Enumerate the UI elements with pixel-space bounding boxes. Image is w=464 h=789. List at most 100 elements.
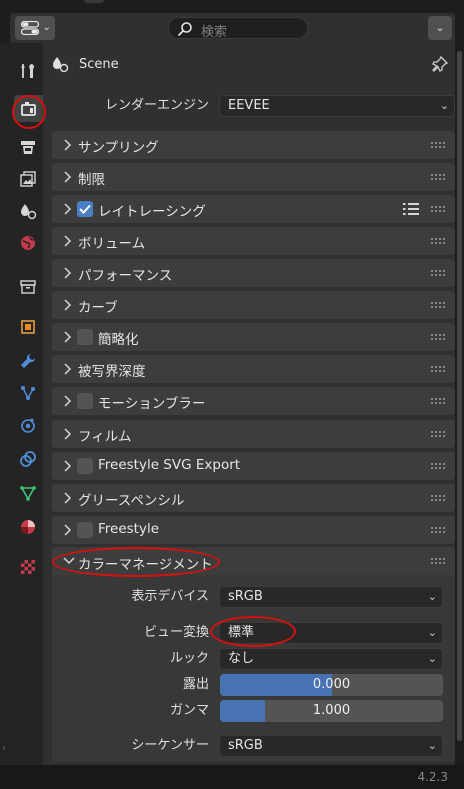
drag-handle-icon[interactable]: [431, 270, 445, 276]
data-tab-icon: [19, 485, 36, 501]
panel-simplify[interactable]: 簡略化: [52, 323, 455, 351]
drag-handle-icon[interactable]: [431, 495, 445, 501]
panel-depth-of-field[interactable]: 被写界深度: [52, 355, 455, 383]
drag-handle-icon[interactable]: [431, 334, 445, 340]
sequencer-dropdown[interactable]: sRGB ⌄: [219, 735, 443, 757]
scene-icon: [53, 57, 69, 73]
search-input[interactable]: 検索: [168, 17, 308, 40]
drag-handle-icon[interactable]: [431, 527, 445, 533]
render-tab-icon: [20, 101, 36, 116]
chevron-down-icon: ⌄: [439, 99, 449, 112]
chevron-right-icon: [64, 267, 72, 279]
chevron-right-icon: [64, 363, 72, 375]
freestyle-svg-checkbox[interactable]: [77, 458, 93, 474]
panel-film[interactable]: フィルム: [52, 420, 455, 448]
tab-data[interactable]: [14, 479, 41, 506]
properties-tab-bar: [10, 43, 43, 765]
drag-handle-icon[interactable]: [431, 206, 445, 212]
scene-tab-icon: [20, 203, 36, 219]
display-device-dropdown[interactable]: sRGB ⌄: [219, 586, 443, 608]
render-properties: Scene レンダーエンジン EEVEE ⌄ サンプリング 制限 レイトレーシン…: [43, 43, 455, 765]
options-dropdown[interactable]: ⌄: [428, 16, 452, 40]
chevron-right-icon: [64, 171, 72, 183]
chevron-right-icon: [64, 428, 72, 440]
motion-blur-checkbox[interactable]: [77, 393, 93, 409]
tab-output[interactable]: [14, 133, 41, 160]
drag-handle-icon[interactable]: [431, 398, 445, 404]
tab-tool[interactable]: [14, 57, 41, 84]
scrollbar[interactable]: [455, 43, 464, 765]
panel-motion-blur[interactable]: モーションブラー: [52, 387, 455, 415]
texture-tab-icon: [20, 559, 35, 574]
material-tab-icon: [20, 519, 35, 534]
drag-handle-icon[interactable]: [431, 302, 445, 308]
chevron-down-icon: ⌄: [427, 652, 437, 665]
drag-handle-icon[interactable]: [431, 238, 445, 244]
panel-sampling[interactable]: サンプリング: [52, 131, 455, 159]
panel-title: サンプリング: [78, 140, 159, 156]
tab-collection[interactable]: [14, 273, 41, 300]
context-path: Scene: [51, 53, 119, 75]
tab-scene[interactable]: [14, 197, 41, 224]
freestyle-checkbox[interactable]: [77, 522, 93, 538]
display-device-label: 表示デバイス: [131, 589, 209, 604]
render-engine-row: レンダーエンジン EEVEE ⌄: [43, 93, 455, 119]
panel-freestyle-svg-export[interactable]: Freestyle SVG Export: [52, 452, 455, 480]
view-transform-label: ビュー変換: [143, 625, 209, 640]
wrench-icon: [20, 353, 35, 368]
panel-freestyle[interactable]: Freestyle: [52, 516, 455, 544]
drag-handle-icon[interactable]: [431, 558, 445, 564]
tab-world[interactable]: [14, 229, 41, 256]
tab-modifier[interactable]: [14, 347, 41, 374]
panel-curves[interactable]: カーブ: [52, 291, 455, 319]
tab-physics[interactable]: [14, 411, 41, 438]
tab-particles[interactable]: [14, 379, 41, 406]
chevron-right-icon: [64, 331, 72, 343]
tab-object[interactable]: [14, 313, 41, 340]
tab-constraints[interactable]: [14, 445, 41, 472]
panel-grease-pencil[interactable]: グリースペンシル: [52, 484, 455, 512]
raytracing-checkbox[interactable]: [77, 201, 93, 217]
tool-tab-icon: [21, 63, 34, 78]
pin-icon[interactable]: [431, 55, 449, 73]
drag-handle-icon[interactable]: [431, 142, 445, 148]
look-value: なし: [228, 651, 255, 666]
drag-handle-icon[interactable]: [431, 174, 445, 180]
color-management-header[interactable]: カラーマネージメント: [52, 547, 455, 575]
scrollbar-thumb[interactable]: [457, 51, 462, 741]
tab-view-layer[interactable]: [14, 165, 41, 192]
chevron-left-icon[interactable]: ‹: [2, 743, 6, 754]
chevron-right-icon: [64, 524, 72, 536]
panel-volumes[interactable]: ボリューム: [52, 227, 455, 255]
drag-handle-icon[interactable]: [431, 463, 445, 469]
tab-material[interactable]: [14, 513, 41, 540]
panel-title: グリースペンシル: [78, 493, 185, 509]
panel-limits[interactable]: 制限: [52, 163, 455, 191]
gamma-label: ガンマ: [169, 703, 209, 718]
exposure-value: 0.000: [312, 677, 351, 692]
sequencer-label: シーケンサー: [131, 738, 209, 753]
tab-render[interactable]: [14, 95, 43, 122]
checkmark-icon: [79, 204, 91, 214]
gamma-value: 1.000: [312, 703, 351, 718]
drag-handle-icon[interactable]: [431, 431, 445, 437]
simplify-checkbox[interactable]: [77, 329, 93, 345]
area-corner[interactable]: [84, 0, 104, 3]
editor-type-button[interactable]: ⌄: [15, 16, 55, 40]
view-transform-dropdown[interactable]: 標準 ⌄: [219, 622, 443, 644]
presets-list-icon[interactable]: [403, 202, 419, 216]
render-engine-dropdown[interactable]: EEVEE ⌄: [219, 95, 455, 117]
panel-raytracing[interactable]: レイトレーシング: [52, 195, 455, 223]
tab-texture[interactable]: [14, 553, 41, 580]
panel-title: 制限: [78, 172, 105, 188]
chevron-right-icon: [64, 492, 72, 504]
collection-tab-icon: [19, 279, 36, 294]
panel-title: Freestyle SVG Export: [98, 457, 241, 473]
look-dropdown[interactable]: なし ⌄: [219, 648, 443, 670]
chevron-right-icon: [64, 299, 72, 311]
top-strip: [0, 0, 464, 10]
drag-handle-icon[interactable]: [431, 366, 445, 372]
gamma-slider[interactable]: 1.000: [220, 700, 443, 722]
panel-performance[interactable]: パフォーマンス: [52, 259, 455, 287]
exposure-slider[interactable]: 0.000: [220, 674, 443, 696]
